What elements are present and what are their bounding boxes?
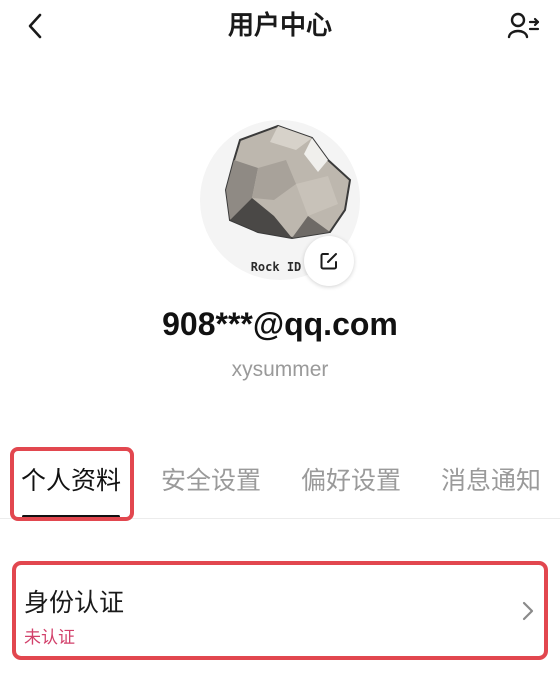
account-username: xysummer (231, 358, 329, 381)
account-email: 908***@qq.com (162, 306, 398, 342)
tab-message-notifications[interactable]: 消息通知 (430, 440, 552, 518)
chevron-left-icon (28, 13, 42, 39)
user-center-page: 用户中心 Rock ID 908***@qq.com xysummer 个人资料… (0, 0, 560, 683)
user-switch-icon (507, 12, 540, 39)
tab-personal-info[interactable]: 个人资料 (10, 440, 132, 518)
identity-verification-title: 身份认证 (24, 588, 125, 617)
switch-user-button[interactable] (504, 6, 544, 46)
page-title: 用户中心 (227, 11, 332, 41)
back-button[interactable] (16, 6, 56, 46)
verification-status: 未认证 (24, 628, 75, 648)
identity-verification-row[interactable]: 身份认证 未认证 (12, 561, 548, 660)
edit-icon (320, 253, 337, 270)
edit-avatar-button[interactable] (304, 236, 354, 286)
profile-tabs: 个人资料 安全设置 偏好设置 消息通知 (0, 440, 560, 519)
tab-security-settings[interactable]: 安全设置 (150, 440, 272, 518)
tab-preference-settings[interactable]: 偏好设置 (290, 440, 412, 518)
chevron-right-icon (522, 601, 534, 621)
